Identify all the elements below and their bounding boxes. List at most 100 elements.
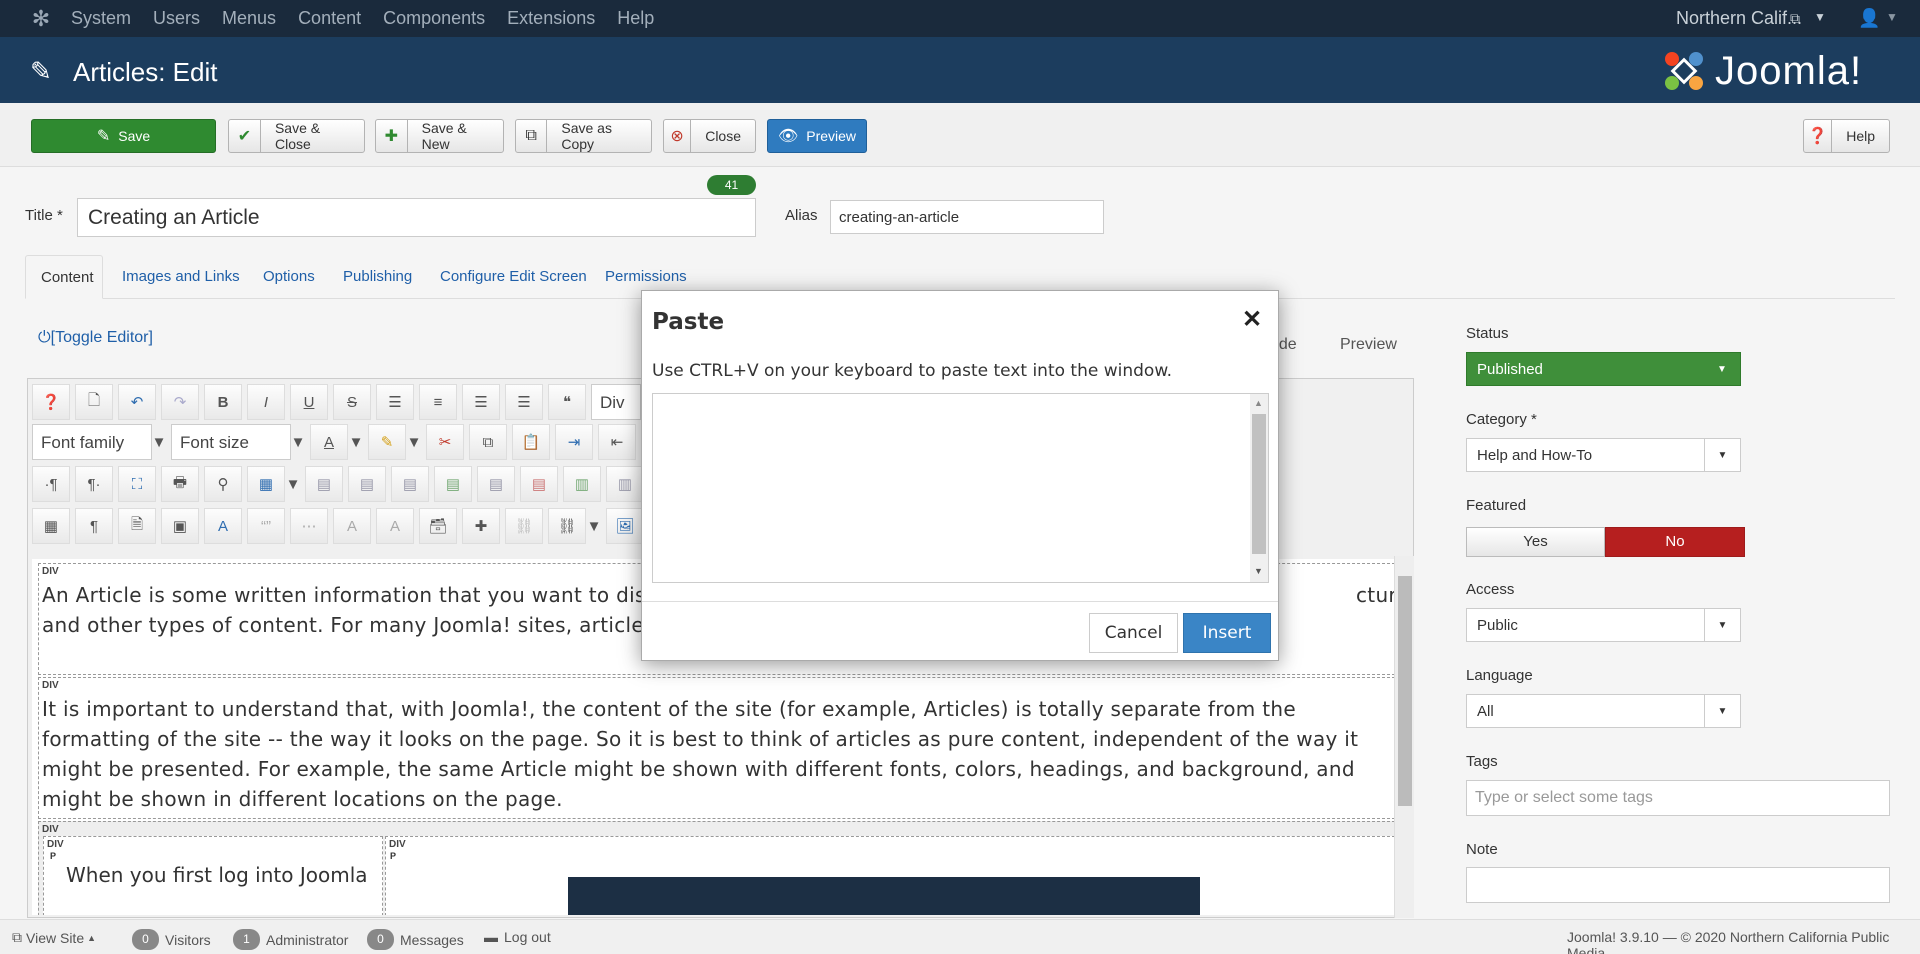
strikethrough-icon[interactable]: S [333, 384, 371, 420]
align-right-icon[interactable]: ☰ [505, 384, 543, 420]
help-icon[interactable]: ❓ [32, 384, 70, 420]
language-select[interactable]: All ▼ [1466, 694, 1741, 728]
note-input[interactable] [1466, 867, 1890, 903]
col-after-icon[interactable]: ▥ [606, 466, 644, 502]
copy-icon[interactable]: ⧉ [469, 424, 507, 460]
textarea-scrollbar[interactable]: ▲ ▼ [1250, 394, 1268, 582]
document-icon[interactable]: 🗎 [118, 508, 156, 544]
featured-no-button[interactable]: No [1605, 527, 1745, 557]
chevron-down-icon[interactable]: ▼ [349, 424, 364, 460]
tab-content[interactable]: Content [25, 255, 103, 299]
block-format-select[interactable]: Div [591, 384, 641, 420]
strike-icon[interactable]: A [333, 508, 371, 544]
category-select[interactable]: Help and How-To ▼ [1466, 438, 1741, 472]
menu-users[interactable]: Users [153, 8, 200, 29]
toggle-editor-link[interactable]: ⏻[Toggle Editor] [38, 329, 153, 347]
paste-textarea[interactable]: ▲ ▼ [652, 393, 1269, 583]
link-icon[interactable]: ⛓ [548, 508, 586, 544]
insert-button[interactable]: Insert [1183, 613, 1271, 653]
menu-extensions[interactable]: Extensions [507, 8, 595, 29]
save-button[interactable]: ✎ Save [31, 119, 216, 153]
new-document-icon[interactable]: 🗋 [75, 384, 113, 420]
find-icon[interactable]: ⚲ [204, 466, 242, 502]
chevron-down-icon[interactable]: ▼ [1814, 10, 1826, 24]
scroll-up-icon[interactable]: ▲ [1254, 398, 1263, 408]
rtl-icon[interactable]: ¶· [75, 466, 113, 502]
save-new-button[interactable]: ✚ Save & New [375, 119, 504, 153]
table-icon[interactable]: ▦ [247, 466, 285, 502]
chevron-down-icon[interactable]: ▼ [152, 424, 167, 460]
chevron-down-icon[interactable]: ▼ [587, 508, 602, 544]
abbr-icon[interactable]: ⋯ [290, 508, 328, 544]
chevron-down-icon[interactable]: ▼ [407, 424, 422, 460]
clear-format-icon[interactable]: A [376, 508, 414, 544]
help-button[interactable]: ❓ Help [1803, 119, 1890, 153]
bold-icon[interactable]: B [204, 384, 242, 420]
access-select[interactable]: Public ▼ [1466, 608, 1741, 642]
ltr-icon[interactable]: ·¶ [32, 466, 70, 502]
row-delete-icon[interactable]: ▤ [520, 466, 558, 502]
site-name-link[interactable]: Northern Calif... [1676, 8, 1802, 29]
font-family-select[interactable]: Font family [32, 424, 152, 460]
font-size-select[interactable]: Font size [171, 424, 291, 460]
user-icon[interactable]: 👤 [1858, 8, 1880, 29]
save-close-button[interactable]: ✔ Save & Close [228, 119, 365, 153]
align-justify-icon[interactable]: ☰ [376, 384, 414, 420]
fullscreen-icon[interactable]: ⛶ [118, 466, 156, 502]
row-after-icon[interactable]: ▤ [391, 466, 429, 502]
messages-indicator[interactable]: 0 Messages [367, 929, 464, 950]
grid-icon[interactable]: ▦ [32, 508, 70, 544]
outdent-icon[interactable]: ⇤ [598, 424, 636, 460]
italic-icon[interactable]: I [247, 384, 285, 420]
joomla-logo-icon[interactable]: ✻ [29, 6, 53, 31]
alias-input[interactable]: creating-an-article [830, 200, 1104, 234]
align-center-icon[interactable]: ≡ [419, 384, 457, 420]
menu-content[interactable]: Content [298, 8, 361, 29]
quote-icon[interactable]: “” [247, 508, 285, 544]
preview-button[interactable]: 👁 Preview [767, 119, 867, 153]
image-icon[interactable]: ▣ [161, 508, 199, 544]
plugin-icon[interactable]: ✚ [462, 508, 500, 544]
tab-configure-edit-screen[interactable]: Configure Edit Screen [425, 255, 602, 299]
blockquote-icon[interactable]: ❝ [548, 384, 586, 420]
save-copy-button[interactable]: ⧉ Save as Copy [515, 119, 652, 153]
table-props-icon[interactable]: ▤ [305, 466, 343, 502]
highlight-icon[interactable]: ✎ [368, 424, 406, 460]
editor-mode-preview[interactable]: Preview [1340, 336, 1397, 354]
text-color-icon[interactable]: A [310, 424, 348, 460]
tab-options[interactable]: Options [248, 255, 330, 299]
cut-icon[interactable]: ✂ [426, 424, 464, 460]
row-insert-icon[interactable]: ▤ [434, 466, 472, 502]
close-button[interactable]: ⊗ Close [663, 119, 756, 153]
menu-system[interactable]: System [71, 8, 131, 29]
underline-icon[interactable]: U [290, 384, 328, 420]
status-select[interactable]: Published ▼ [1466, 352, 1741, 386]
chevron-down-icon[interactable]: ▼ [286, 466, 301, 502]
row-before-icon[interactable]: ▤ [348, 466, 386, 502]
row-split-icon[interactable]: ▤ [477, 466, 515, 502]
pilcrow-icon[interactable]: ¶ [75, 508, 113, 544]
logout-link[interactable]: ▬ Log out [484, 929, 551, 945]
font-style-icon[interactable]: A [204, 508, 242, 544]
redo-icon[interactable]: ↷ [161, 384, 199, 420]
editor-scrollbar[interactable] [1394, 556, 1414, 918]
featured-yes-button[interactable]: Yes [1466, 527, 1605, 557]
template-icon[interactable]: 🗃 [419, 508, 457, 544]
tags-input[interactable]: Type or select some tags [1466, 780, 1890, 816]
menu-help[interactable]: Help [617, 8, 654, 29]
unlink-icon[interactable]: ⛓ [505, 508, 543, 544]
title-input[interactable]: Creating an Article [77, 198, 756, 237]
menu-components[interactable]: Components [383, 8, 485, 29]
print-icon[interactable]: 🖶 [161, 466, 199, 502]
indent-icon[interactable]: ⇥ [555, 424, 593, 460]
tab-publishing[interactable]: Publishing [328, 255, 427, 299]
col-before-icon[interactable]: ▥ [563, 466, 601, 502]
align-left-icon[interactable]: ☰ [462, 384, 500, 420]
chevron-down-icon[interactable]: ▼ [1886, 10, 1898, 24]
undo-icon[interactable]: ↶ [118, 384, 156, 420]
close-icon[interactable]: ✕ [1242, 305, 1262, 334]
scroll-down-icon[interactable]: ▼ [1254, 566, 1263, 576]
menu-menus[interactable]: Menus [222, 8, 276, 29]
view-site-link[interactable]: ⧉ View Site ▲ [12, 929, 96, 946]
insert-image-icon[interactable]: 🖼 [606, 508, 644, 544]
